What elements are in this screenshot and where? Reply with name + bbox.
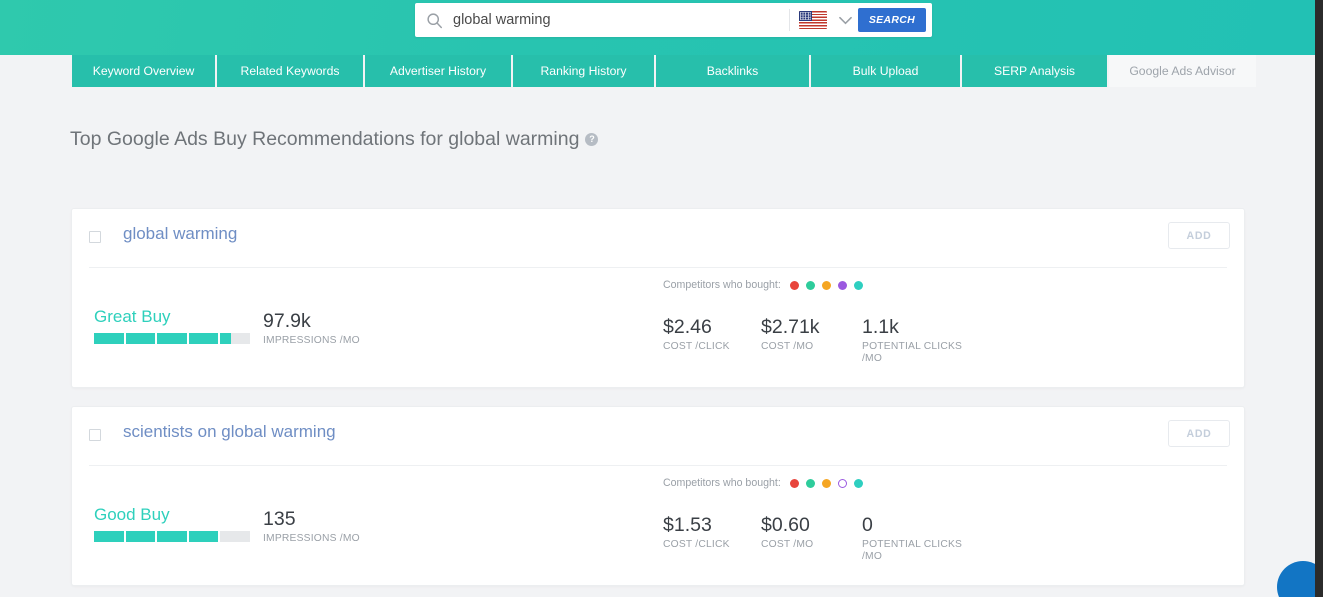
competitor-dots bbox=[789, 280, 863, 290]
impressions-metric: 97.9k IMPRESSIONS /MO bbox=[263, 310, 360, 347]
metric-label: COST /CLICK bbox=[663, 539, 730, 550]
rating-segment bbox=[188, 531, 219, 542]
us-flag-icon bbox=[798, 11, 827, 29]
competitors-label: Competitors who bought: bbox=[663, 279, 781, 291]
buy-rating: Good Buy bbox=[94, 505, 269, 542]
rating-segment bbox=[157, 531, 187, 542]
tab-bulk-upload[interactable]: Bulk Upload bbox=[811, 55, 962, 87]
rating-segment bbox=[125, 531, 156, 542]
metric-label: POTENTIAL CLICKS /MO bbox=[862, 341, 963, 364]
rating-segment bbox=[94, 333, 124, 344]
competitor-dot[interactable] bbox=[805, 478, 815, 488]
tab-ranking-history[interactable]: Ranking History bbox=[513, 55, 656, 87]
metric-label: IMPRESSIONS /MO bbox=[263, 533, 360, 544]
main-nav-tabs: Keyword Overview Related Keywords Advertis… bbox=[72, 55, 1256, 87]
rating-segment bbox=[125, 333, 156, 344]
add-button[interactable]: ADD bbox=[1168, 222, 1230, 249]
metric-value: $2.46 bbox=[663, 316, 712, 338]
metric-value: $1.53 bbox=[663, 514, 712, 536]
tab-label: Backlinks bbox=[706, 64, 759, 78]
card-checkbox[interactable] bbox=[89, 429, 101, 441]
tab-google-ads-advisor[interactable]: Google Ads Advisor bbox=[1109, 55, 1256, 87]
metric-value: $2.71k bbox=[761, 316, 820, 338]
buy-rating: Great Buy bbox=[94, 307, 269, 344]
impressions-metric: 135 IMPRESSIONS /MO bbox=[263, 508, 360, 545]
competitor-dot[interactable] bbox=[821, 280, 831, 290]
cost-per-month-metric: $2.71k COST /MO bbox=[761, 316, 820, 353]
metric-value: 135 bbox=[263, 508, 296, 530]
tab-label: Related Keywords bbox=[240, 64, 340, 78]
search-input[interactable] bbox=[453, 12, 789, 28]
card-divider bbox=[89, 267, 1227, 268]
tab-related-keywords[interactable]: Related Keywords bbox=[217, 55, 365, 87]
recommendation-card: global warming ADD Competitors who bought:… bbox=[71, 208, 1245, 388]
buy-rating-bar bbox=[94, 333, 250, 344]
tab-keyword-overview[interactable]: Keyword Overview bbox=[72, 55, 217, 87]
metric-value: 0 bbox=[862, 514, 873, 536]
search-button[interactable]: SEARCH bbox=[857, 8, 926, 32]
title-help-icon[interactable]: ? bbox=[585, 125, 599, 148]
page-title: Top Google Ads Buy Recommendations for g… bbox=[70, 125, 599, 151]
chevron-down-icon[interactable] bbox=[834, 16, 858, 25]
page-body: Top Google Ads Buy Recommendations for g… bbox=[0, 87, 1307, 597]
keyword-link[interactable]: global warming bbox=[123, 224, 237, 244]
keyword-link[interactable]: scientists on global warming bbox=[123, 422, 336, 442]
window-edge bbox=[1315, 0, 1323, 597]
rating-segment bbox=[157, 333, 187, 344]
tab-label: Keyword Overview bbox=[92, 64, 195, 78]
tab-label: Google Ads Advisor bbox=[1129, 64, 1236, 78]
cost-per-month-metric: $0.60 COST /MO bbox=[761, 514, 813, 551]
app-window: SEARCH Keyword Overview Related Keywords A… bbox=[0, 0, 1315, 597]
tab-serp-analysis[interactable]: SERP Analysis bbox=[962, 55, 1109, 87]
buy-rating-label: Great Buy bbox=[94, 307, 171, 326]
potential-clicks-metric: 1.1k POTENTIAL CLICKS /MO bbox=[862, 316, 962, 365]
tab-backlinks[interactable]: Backlinks bbox=[656, 55, 811, 87]
competitor-dot[interactable] bbox=[853, 478, 863, 488]
card-header: scientists on global warming ADD bbox=[72, 407, 1244, 465]
metric-label: COST /MO bbox=[761, 341, 814, 352]
rating-segment bbox=[188, 333, 219, 344]
competitor-dot[interactable] bbox=[837, 280, 847, 290]
competitors-row: Competitors who bought: bbox=[663, 279, 863, 291]
potential-clicks-metric: 0 POTENTIAL CLICKS /MO bbox=[862, 514, 962, 563]
buy-rating-label: Good Buy bbox=[94, 505, 170, 524]
metric-value: 1.1k bbox=[862, 316, 899, 338]
search-divider bbox=[788, 9, 790, 31]
competitors-label: Competitors who bought: bbox=[663, 477, 781, 489]
rating-segment bbox=[94, 531, 124, 542]
metric-label: POTENTIAL CLICKS /MO bbox=[862, 539, 963, 562]
cost-per-click-metric: $1.53 COST /CLICK bbox=[663, 514, 730, 551]
search-bar[interactable]: SEARCH bbox=[415, 3, 932, 37]
page-title-text: Top Google Ads Buy Recommendations for g… bbox=[70, 128, 580, 150]
competitor-dot[interactable] bbox=[805, 280, 815, 290]
card-divider bbox=[89, 465, 1227, 466]
competitor-dot[interactable] bbox=[789, 280, 799, 290]
metric-value: 97.9k bbox=[263, 310, 311, 332]
card-header: global warming ADD bbox=[72, 209, 1244, 267]
recommendation-card: scientists on global warming ADD Competito… bbox=[71, 406, 1245, 586]
competitor-dot[interactable] bbox=[837, 478, 847, 488]
tab-label: Ranking History bbox=[540, 64, 627, 78]
competitor-dots bbox=[789, 478, 863, 488]
tab-advertiser-history[interactable]: Advertiser History bbox=[365, 55, 513, 87]
competitor-dot[interactable] bbox=[821, 478, 831, 488]
search-icon bbox=[415, 12, 453, 29]
buy-rating-bar bbox=[94, 531, 250, 542]
metric-value: $0.60 bbox=[761, 514, 810, 536]
competitor-dot[interactable] bbox=[853, 280, 863, 290]
tab-label: Bulk Upload bbox=[852, 64, 919, 78]
rating-segment bbox=[220, 531, 250, 542]
metric-label: COST /MO bbox=[761, 539, 814, 550]
tab-label: SERP Analysis bbox=[993, 64, 1076, 78]
cost-per-click-metric: $2.46 COST /CLICK bbox=[663, 316, 730, 353]
tab-label: Advertiser History bbox=[389, 64, 487, 78]
competitor-dot[interactable] bbox=[789, 478, 799, 488]
app-header: SEARCH bbox=[0, 0, 1315, 55]
metric-label: COST /CLICK bbox=[663, 341, 730, 352]
competitors-row: Competitors who bought: bbox=[663, 477, 863, 489]
add-button[interactable]: ADD bbox=[1168, 420, 1230, 447]
card-checkbox[interactable] bbox=[89, 231, 101, 243]
metric-label: IMPRESSIONS /MO bbox=[263, 335, 360, 346]
rating-segment bbox=[220, 333, 250, 344]
